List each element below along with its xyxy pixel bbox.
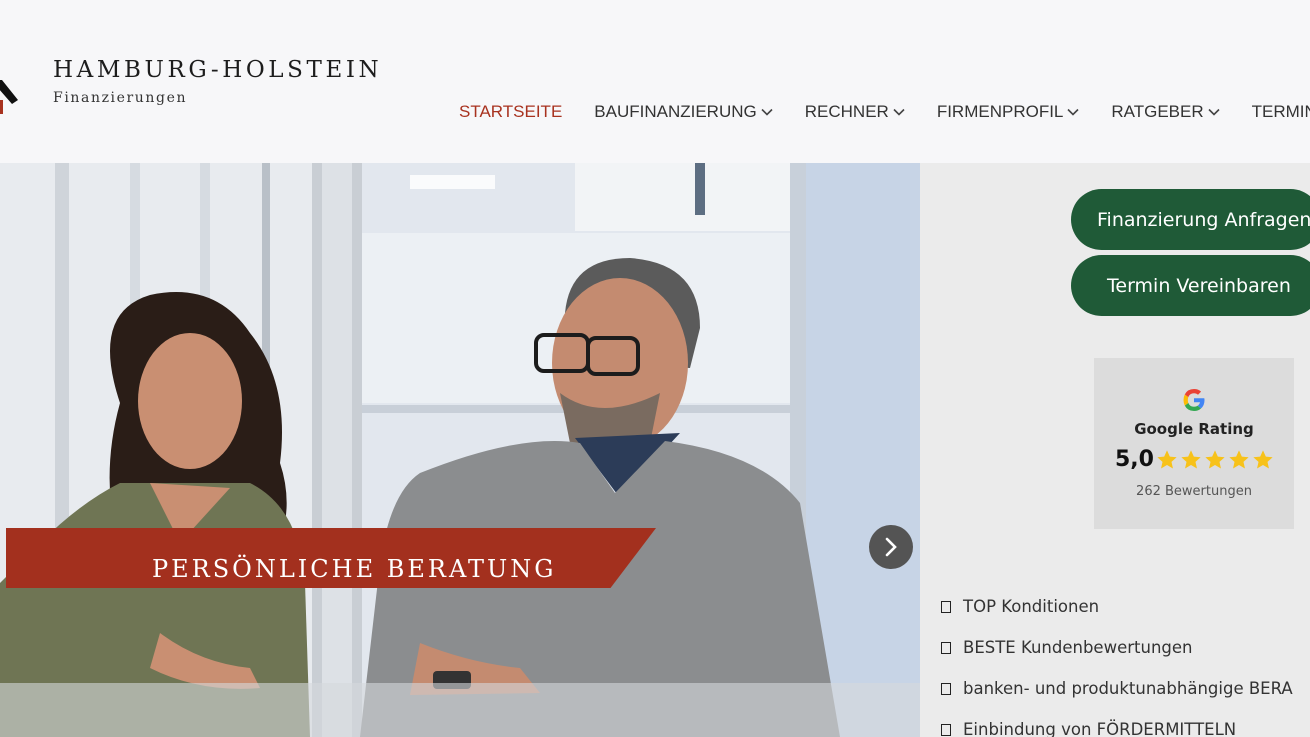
star-icon — [1157, 450, 1177, 469]
hero-slider — [0, 163, 920, 737]
site-header: HAMBURG-HOLSTEIN Finanzierungen STARTSEI… — [0, 0, 1310, 163]
termin-vereinbaren-button[interactable]: Termin Vereinbaren — [1071, 255, 1310, 316]
feature-text: Einbindung von FÖRDERMITTELN — [963, 720, 1237, 737]
nav-item-label: STARTSEITE — [459, 102, 563, 121]
rating-count: 262 Bewertungen — [1136, 484, 1252, 499]
feature-list: TOP Konditionen BESTE Kundenbewertungen … — [941, 586, 1310, 737]
nav-item-label: RECHNER — [804, 102, 889, 121]
main-nav: STARTSEITE BAUFINANZIERUNG RECHNER FIRME… — [459, 100, 1310, 124]
finanzierung-anfragen-button[interactable]: Finanzierung Anfragen — [1071, 189, 1310, 250]
list-item: Einbindung von FÖRDERMITTELN — [941, 709, 1310, 737]
brand-name[interactable]: HAMBURG-HOLSTEIN — [53, 57, 382, 83]
star-icon — [1253, 450, 1273, 469]
hero-banner-text: PERSÖNLICHE BERATUNG — [152, 555, 557, 583]
nav-item-baufinanzierung[interactable]: BAUFINANZIERUNG — [594, 100, 773, 124]
star-icon — [1205, 450, 1225, 469]
google-rating-widget[interactable] — [1094, 358, 1294, 529]
list-item: banken- und produktunabhängige BERA — [941, 668, 1310, 709]
nav-item-termin[interactable]: TERMIN VERE — [1252, 100, 1310, 124]
checkbox-square-icon — [941, 682, 951, 695]
feature-text: BESTE Kundenbewertungen — [963, 638, 1193, 657]
feature-text: TOP Konditionen — [963, 597, 1100, 616]
nav-item-firmenprofil[interactable]: FIRMENPROFIL — [937, 100, 1080, 124]
rating-stars — [1156, 449, 1274, 471]
nav-item-rechner[interactable]: RECHNER — [805, 100, 905, 124]
house-logo-icon[interactable] — [0, 70, 20, 118]
nav-item-label: TERMIN VERE — [1251, 102, 1310, 121]
checkbox-square-icon — [941, 600, 951, 613]
brand-subtitle[interactable]: Finanzierungen — [53, 90, 187, 106]
google-g-icon — [1183, 389, 1205, 411]
feature-text: banken- und produktunabhängige BERA — [963, 679, 1293, 698]
checkbox-square-icon — [941, 723, 951, 736]
rating-score: 5,0 — [1115, 447, 1154, 472]
nav-item-startseite[interactable]: STARTSEITE — [459, 100, 562, 124]
chevron-down-icon — [893, 108, 905, 116]
star-icon — [1181, 450, 1201, 469]
nav-item-label: BAUFINANZIERUNG — [594, 102, 757, 121]
rating-title: Google Rating — [1134, 420, 1254, 438]
chevron-down-icon — [1208, 108, 1220, 116]
list-item: TOP Konditionen — [941, 586, 1310, 627]
slider-next-button[interactable] — [869, 525, 913, 569]
hero-photo — [0, 163, 920, 737]
nav-item-label: FIRMENPROFIL — [936, 102, 1064, 121]
chevron-down-icon — [1067, 108, 1079, 116]
chevron-right-icon — [885, 537, 897, 557]
nav-item-ratgeber[interactable]: RATGEBER — [1111, 100, 1220, 124]
nav-item-label: RATGEBER — [1111, 102, 1204, 121]
star-icon — [1229, 450, 1249, 469]
list-item: BESTE Kundenbewertungen — [941, 627, 1310, 668]
chevron-down-icon — [761, 108, 773, 116]
checkbox-square-icon — [941, 641, 951, 654]
